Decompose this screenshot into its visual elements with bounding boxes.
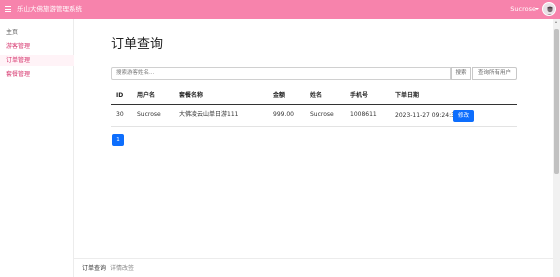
footer-link-details[interactable]: 详情改签 [110, 265, 134, 273]
column-header-date: 下单日期 [395, 92, 420, 99]
scroll-up-icon[interactable] [555, 21, 557, 23]
user-name[interactable]: Sucrose [510, 4, 536, 14]
footer-link-order-query[interactable]: 订单查询 [82, 265, 106, 273]
app-title: 乐山大佛旅游管理系统 [17, 5, 82, 13]
menu-icon[interactable] [5, 6, 11, 12]
cell-name: Sucrose [310, 111, 334, 118]
scrollbar[interactable] [553, 19, 560, 277]
table-header-divider [111, 104, 517, 105]
pagination-page-1[interactable]: 1 [112, 134, 124, 146]
page-title: 订单查询 [111, 37, 164, 52]
cell-phone: 1008611 [350, 111, 377, 118]
cell-package: 大佛凌云山单日游111 [179, 111, 239, 118]
column-header-package: 套餐名称 [179, 92, 204, 99]
sidebar: 主页 游客管理 订单管理 套餐管理 [0, 19, 74, 277]
cell-date: 2023-11-27 09:24:34 [395, 112, 459, 119]
sidebar-item-orders[interactable]: 订单管理 [0, 55, 74, 66]
sidebar-item-packages[interactable]: 套餐管理 [0, 69, 74, 80]
avatar[interactable] [542, 2, 556, 16]
cell-username: Sucrose [137, 111, 161, 118]
query-all-button[interactable]: 查询所有用户 [472, 67, 517, 80]
search-input[interactable]: 搜索游客姓名... [111, 67, 451, 80]
cell-id: 30 [116, 111, 124, 118]
column-header-phone: 手机号 [350, 92, 369, 99]
column-header-username: 用户名 [137, 92, 156, 99]
top-bar: 乐山大佛旅游管理系统 Sucrose [0, 0, 560, 19]
cell-amount: 999.00 [273, 111, 294, 118]
sidebar-item-home[interactable]: 主页 [0, 27, 74, 38]
sidebar-item-tourists[interactable]: 游客管理 [0, 41, 74, 52]
column-header-name: 姓名 [310, 92, 323, 99]
search-button[interactable]: 搜索 [451, 67, 471, 80]
edit-button[interactable]: 修改 [453, 110, 474, 122]
column-header-id: ID [116, 92, 124, 99]
chevron-down-icon[interactable] [535, 8, 539, 10]
column-header-amount: 金额 [273, 92, 286, 99]
table-row-divider [111, 126, 517, 127]
footer: 订单查询 详情改签 [74, 258, 553, 277]
scroll-thumb[interactable] [554, 29, 559, 174]
